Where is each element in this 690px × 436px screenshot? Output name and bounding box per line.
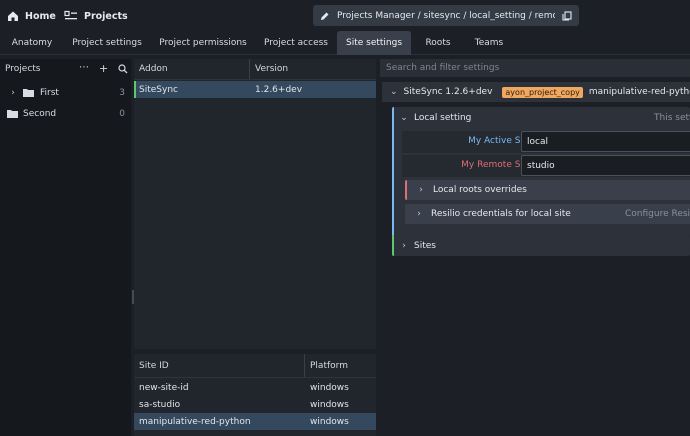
site-id: sa-studio — [139, 399, 181, 410]
projects-panel: Projects ⋯ + › First 3 Second 0 — [0, 59, 131, 436]
projects-button[interactable]: Projects — [64, 7, 128, 25]
add-icon[interactable]: + — [99, 62, 108, 75]
local-setting-title: Local setting — [414, 112, 472, 123]
sites-table: Site ID Platform new-site-id windows sa-… — [134, 354, 376, 436]
site-platform: windows — [310, 416, 349, 427]
active-site-input[interactable]: local — [521, 131, 690, 152]
projects-menu-icon — [64, 10, 77, 20]
sites-table-header: Site ID Platform — [134, 354, 376, 378]
site-id: manipulative-red-python — [139, 416, 251, 427]
project-row-first[interactable]: › First 3 — [0, 82, 131, 103]
tab-project-access[interactable]: Project access — [258, 31, 334, 55]
table-row[interactable]: sa-studio windows — [134, 396, 376, 413]
active-site-row: My Active Site local — [402, 131, 690, 153]
project-badge: ayon_project_copy — [502, 86, 583, 98]
breadcrumb-text: Projects Manager / sitesync / local_sett… — [337, 10, 555, 21]
local-setting-section: ⌄ Local setting This setti My Active Sit… — [392, 107, 690, 237]
column-header-addon[interactable]: Addon — [134, 59, 250, 79]
addon-settings-header[interactable]: ⌄ SiteSync 1.2.6+dev ayon_project_copy m… — [382, 82, 690, 102]
remote-site-input[interactable]: studio — [521, 155, 690, 176]
local-roots-label: Local roots overrides — [433, 185, 527, 195]
chevron-down-icon[interactable]: ⌄ — [400, 113, 408, 123]
project-name: Second — [23, 108, 57, 119]
projects-label: Projects — [84, 10, 128, 22]
tab-label: Project access — [264, 38, 328, 48]
settings-filter-input[interactable]: Search and filter settings — [380, 59, 690, 77]
table-row[interactable]: new-site-id windows — [134, 379, 376, 396]
project-row-second[interactable]: Second 0 — [0, 103, 131, 124]
column-header-version[interactable]: Version — [250, 59, 288, 79]
project-name: First — [40, 87, 59, 98]
site-platform: windows — [310, 399, 349, 410]
tab-label: Teams — [474, 38, 504, 48]
tab-label: Anatomy — [11, 38, 53, 48]
table-row[interactable]: manipulative-red-python windows — [134, 413, 376, 430]
home-label: Home — [25, 10, 56, 22]
remote-site-row: My Remote Site studio — [402, 155, 690, 177]
top-bar: Home Projects Projects Manager / sitesyn… — [0, 0, 690, 31]
chevron-down-icon[interactable]: ⌄ — [390, 87, 398, 97]
project-count: 0 — [119, 108, 125, 119]
copy-icon[interactable] — [562, 10, 572, 21]
chevron-right-icon[interactable]: › — [400, 241, 408, 251]
tab-bar: Anatomy Project settings Project permiss… — [0, 31, 690, 55]
resilio-credentials-row[interactable]: › Resilio credentials for local site Con… — [405, 204, 690, 224]
sites-section[interactable]: › Sites — [392, 235, 690, 256]
tab-project-settings[interactable]: Project settings — [66, 31, 148, 55]
more-icon[interactable]: ⋯ — [79, 62, 89, 73]
chevron-right-icon[interactable]: › — [417, 185, 425, 195]
tab-label: Roots — [425, 38, 451, 48]
tab-site-settings[interactable]: Site settings — [337, 31, 411, 55]
local-setting-hint: This setti — [654, 112, 690, 123]
addon-table-header: Addon Version — [134, 59, 376, 80]
tab-label: Site settings — [345, 38, 403, 48]
chevron-right-icon[interactable]: › — [415, 209, 423, 219]
project-count: 3 — [119, 87, 125, 98]
site-name-label: manipulative-red-python — [588, 87, 690, 97]
column-header-site-id[interactable]: Site ID — [134, 354, 305, 377]
tab-roots[interactable]: Roots — [419, 31, 457, 55]
projects-panel-header: Projects ⋯ + — [0, 59, 131, 78]
local-setting-header[interactable]: ⌄ Local setting This setti — [394, 107, 690, 128]
column-header-platform[interactable]: Platform — [305, 354, 348, 377]
tab-anatomy[interactable]: Anatomy — [4, 31, 60, 55]
resilio-hint: Configure Resilio — [625, 209, 690, 219]
addon-settings-title: SiteSync 1.2.6+dev — [403, 87, 493, 97]
resilio-label: Resilio credentials for local site — [431, 209, 571, 219]
sites-section-header[interactable]: › Sites — [394, 235, 690, 256]
search-icon[interactable] — [118, 64, 128, 74]
tab-label: Project permissions — [159, 38, 247, 48]
folder-icon — [23, 89, 34, 97]
site-id: new-site-id — [139, 382, 189, 393]
addon-name: SiteSync — [139, 84, 178, 95]
home-button[interactable]: Home — [7, 7, 56, 25]
site-platform: windows — [310, 382, 349, 393]
projects-panel-title: Projects — [5, 63, 41, 74]
tab-teams[interactable]: Teams — [467, 31, 511, 55]
sites-section-title: Sites — [414, 240, 436, 251]
folder-icon — [7, 110, 18, 118]
chevron-right-icon[interactable]: › — [9, 88, 17, 98]
addon-version: 1.2.6+dev — [255, 84, 303, 95]
table-row[interactable]: SiteSync 1.2.6+dev — [134, 81, 376, 98]
settings-panel: Search and filter settings ⌄ SiteSync 1.… — [380, 59, 690, 436]
local-roots-overrides-row[interactable]: › Local roots overrides — [405, 180, 690, 200]
tab-project-permissions[interactable]: Project permissions — [156, 31, 250, 55]
edit-icon — [321, 12, 329, 20]
addon-table: Addon Version SiteSync 1.2.6+dev — [134, 59, 376, 349]
breadcrumb[interactable]: Projects Manager / sitesync / local_sett… — [313, 5, 579, 26]
tab-label: Project settings — [72, 38, 142, 48]
home-icon — [8, 11, 18, 21]
